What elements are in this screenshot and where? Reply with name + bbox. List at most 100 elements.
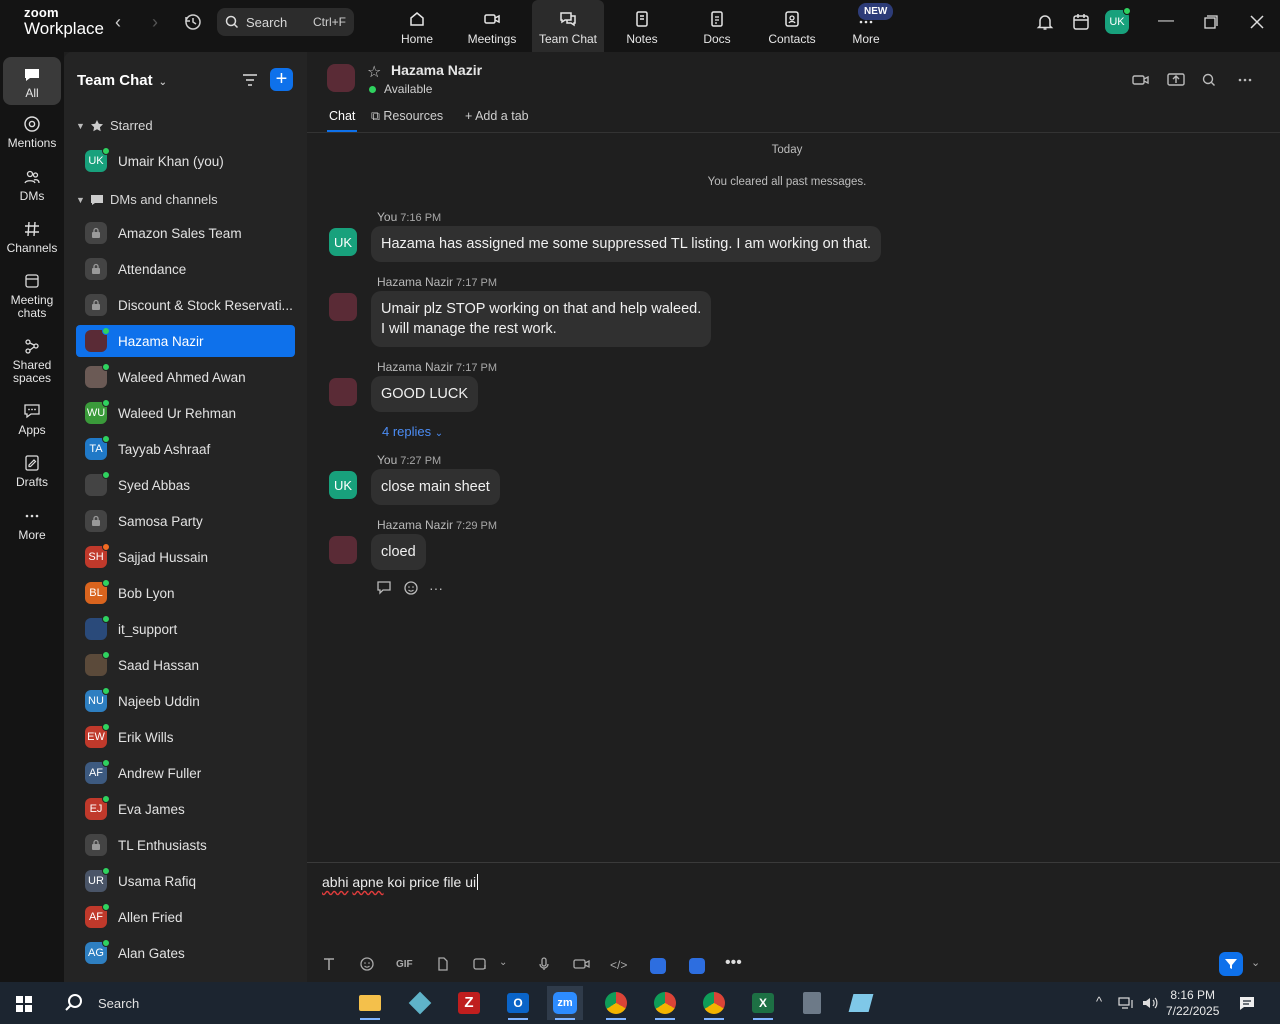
more-options-icon[interactable] <box>1237 72 1253 88</box>
tab-meetings[interactable]: Meetings <box>456 0 528 52</box>
sidebar-item[interactable]: WU Waleed Ur Rehman <box>76 397 295 429</box>
sidebar-item[interactable]: BL Bob Lyon <box>76 577 295 609</box>
reply-icon[interactable] <box>377 581 393 595</box>
sidebar-item[interactable]: Hazama Nazir <box>76 325 295 357</box>
rail-mentions[interactable]: Mentions <box>3 115 61 150</box>
bell-icon[interactable] <box>1035 12 1055 32</box>
more-dots-icon[interactable]: ••• <box>725 954 742 972</box>
chevron-up-icon[interactable]: ^ <box>1096 994 1102 1009</box>
share-screen-icon[interactable] <box>1167 72 1185 88</box>
history-icon[interactable] <box>183 12 203 32</box>
contact-name[interactable]: Hazama Nazir <box>391 62 482 78</box>
star-outline-icon[interactable]: ☆ <box>367 62 381 82</box>
sidebar-item[interactable]: NU Najeeb Uddin <box>76 685 295 717</box>
rail-channels[interactable]: Channels <box>3 220 61 255</box>
sidebar-item[interactable]: it_support <box>76 613 295 645</box>
sidebar-item[interactable]: SH Sajjad Hussain <box>76 541 295 573</box>
message-bubble[interactable]: GOOD LUCK <box>371 376 479 412</box>
sidebar-item[interactable]: TL Enthusiasts <box>76 829 295 861</box>
search-box[interactable]: Search Ctrl+F <box>217 8 354 36</box>
sidebar-item[interactable]: AF Allen Fried <box>76 901 295 933</box>
tab-chat[interactable]: Chat <box>329 109 355 123</box>
rail-more[interactable]: More <box>3 507 61 542</box>
minimize-icon[interactable]: — <box>1158 12 1174 30</box>
system-clock[interactable]: 8:16 PM 7/22/2025 <box>1166 987 1219 1019</box>
message-bubble[interactable]: close main sheet <box>371 469 500 505</box>
message-bubble[interactable]: Umair plz STOP working on that and help … <box>371 291 712 347</box>
code-snippet-icon[interactable]: </> <box>610 958 627 972</box>
forward-arrow-icon[interactable]: › <box>152 12 158 33</box>
video-message-icon[interactable] <box>573 956 591 972</box>
back-arrow-icon[interactable]: ‹ <box>115 12 121 33</box>
sender-avatar[interactable] <box>329 536 357 564</box>
gif-icon[interactable]: GIF <box>396 959 413 970</box>
sidebar-item[interactable]: Saad Hassan <box>76 649 295 681</box>
emoji-reaction-icon[interactable] <box>403 580 419 596</box>
app-diamond-icon[interactable] <box>402 986 438 1020</box>
sidebar-item[interactable]: AG Alan Gates <box>76 937 295 969</box>
sidebar-item[interactable]: TA Tayyab Ashraaf <box>76 433 295 465</box>
calendar-icon[interactable] <box>1071 12 1091 32</box>
windows-start-icon[interactable] <box>16 996 32 1012</box>
tab-contacts[interactable]: Contacts <box>756 0 828 52</box>
rail-meeting-chats[interactable]: Meeting chats <box>3 272 61 320</box>
starred-section-header[interactable]: ▼ Starred <box>76 118 153 133</box>
sidebar-item[interactable]: Attendance <box>76 253 295 285</box>
sender-avatar[interactable] <box>329 293 357 321</box>
tab-resources[interactable]: ⧉ Resources <box>371 109 443 124</box>
message-input[interactable]: abhi apne koi price file ui <box>322 874 479 890</box>
restore-icon[interactable] <box>1204 15 1218 29</box>
sender-avatar[interactable]: UK <box>329 471 357 499</box>
chevron-down-icon[interactable]: ⌄ <box>499 957 507 968</box>
zoom-taskbar-icon[interactable]: zm <box>547 986 583 1020</box>
taskbar-search[interactable]: Search <box>64 993 139 1013</box>
filezilla-icon[interactable]: Z <box>451 986 487 1020</box>
tab-home[interactable]: Home <box>381 0 453 52</box>
message-bubble[interactable]: Hazama has assigned me some suppressed T… <box>371 226 882 262</box>
file-explorer-icon[interactable] <box>352 986 388 1020</box>
sidebar-item[interactable]: EJ Eva James <box>76 793 295 825</box>
app-shortcut-icon[interactable] <box>650 958 666 974</box>
text-format-icon[interactable] <box>321 956 337 972</box>
chevron-down-icon[interactable]: ⌄ <box>1251 956 1260 969</box>
sidebar-item[interactable]: Amazon Sales Team <box>76 217 295 249</box>
contact-avatar[interactable] <box>327 64 355 92</box>
sidebar-item-umair-khan[interactable]: UK Umair Khan (you) <box>76 145 295 177</box>
sidebar-item[interactable]: AF Andrew Fuller <box>76 757 295 789</box>
zoom-app-icon[interactable] <box>689 958 705 974</box>
chrome-icon[interactable] <box>696 986 732 1020</box>
file-icon[interactable] <box>435 956 451 972</box>
excel-icon[interactable]: X <box>745 986 781 1020</box>
sender-avatar[interactable]: UK <box>329 228 357 256</box>
volume-icon[interactable] <box>1141 995 1159 1011</box>
tab-team-chat[interactable]: Team Chat <box>532 0 604 52</box>
close-icon[interactable] <box>1250 15 1264 29</box>
video-call-icon[interactable] <box>1132 72 1150 88</box>
calculator-icon[interactable] <box>794 986 830 1020</box>
more-dots-icon[interactable]: ··· <box>429 580 443 596</box>
sidebar-item[interactable]: Waleed Ahmed Awan <box>76 361 295 393</box>
sidebar-item[interactable]: Discount & Stock Reservati... <box>76 289 295 321</box>
send-button[interactable] <box>1219 952 1243 976</box>
emoji-icon[interactable] <box>359 956 375 972</box>
chrome-icon[interactable] <box>647 986 683 1020</box>
thread-replies-link[interactable]: 4 replies ⌄ <box>382 424 443 439</box>
tab-notes[interactable]: Notes <box>606 0 678 52</box>
sidebar-title[interactable]: Team Chat ⌄ <box>77 72 167 89</box>
microphone-icon[interactable] <box>536 956 552 972</box>
search-icon[interactable] <box>1201 72 1217 88</box>
sidebar-item[interactable]: UR Usama Rafiq <box>76 865 295 897</box>
new-chat-button[interactable]: + <box>270 68 293 91</box>
tab-docs[interactable]: Docs <box>681 0 753 52</box>
message-bubble[interactable]: cloed <box>371 534 426 570</box>
notepad-icon[interactable] <box>843 986 879 1020</box>
dms-section-header[interactable]: ▼ DMs and channels <box>76 192 218 207</box>
sender-avatar[interactable] <box>329 378 357 406</box>
chrome-icon[interactable] <box>598 986 634 1020</box>
filter-icon[interactable] <box>242 72 258 88</box>
tab-add[interactable]: + Add a tab <box>465 109 529 123</box>
rail-apps[interactable]: Apps <box>3 402 61 437</box>
rail-all[interactable]: All <box>3 57 61 105</box>
screenshot-icon[interactable] <box>472 956 488 972</box>
outlook-icon[interactable]: O <box>500 986 536 1020</box>
